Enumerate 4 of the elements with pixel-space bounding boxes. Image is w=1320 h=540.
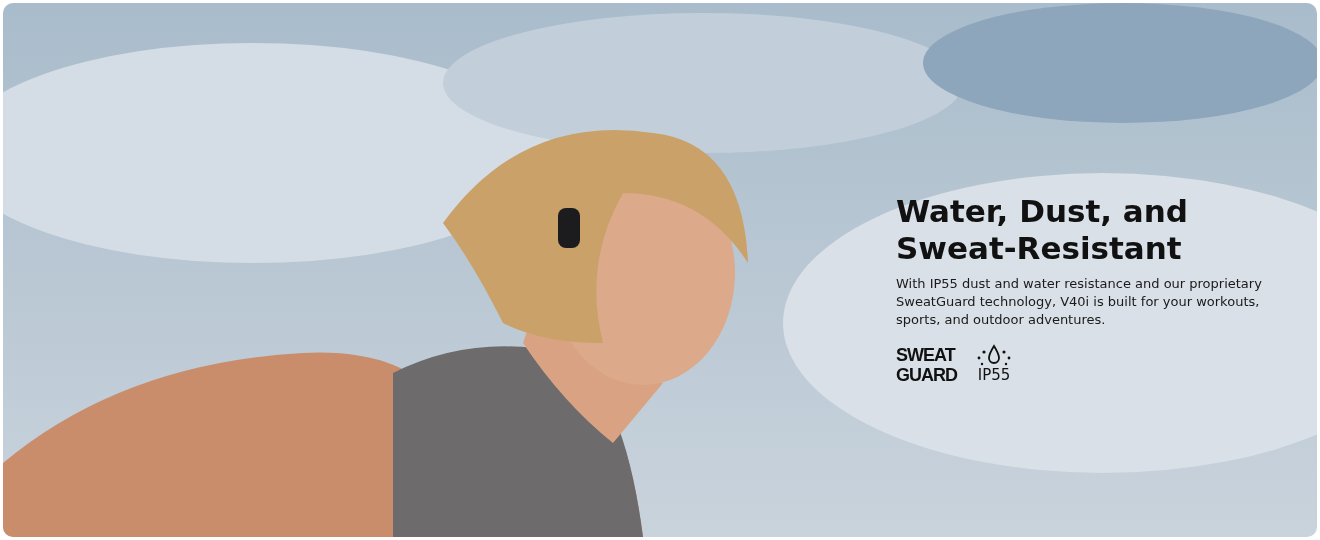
banner-heading: Water, Dust, and Sweat-Resistant — [896, 193, 1189, 267]
ip-rating-badge: IP55 — [971, 343, 1017, 384]
description-text: With IP55 dust and water resistance and our proprietary SweatGuard technology, V40i is built for your workouts, sports, and outdoor adventures. — [896, 275, 1263, 329]
sweatguard-logo: SWEAT GUARD — [896, 345, 957, 385]
